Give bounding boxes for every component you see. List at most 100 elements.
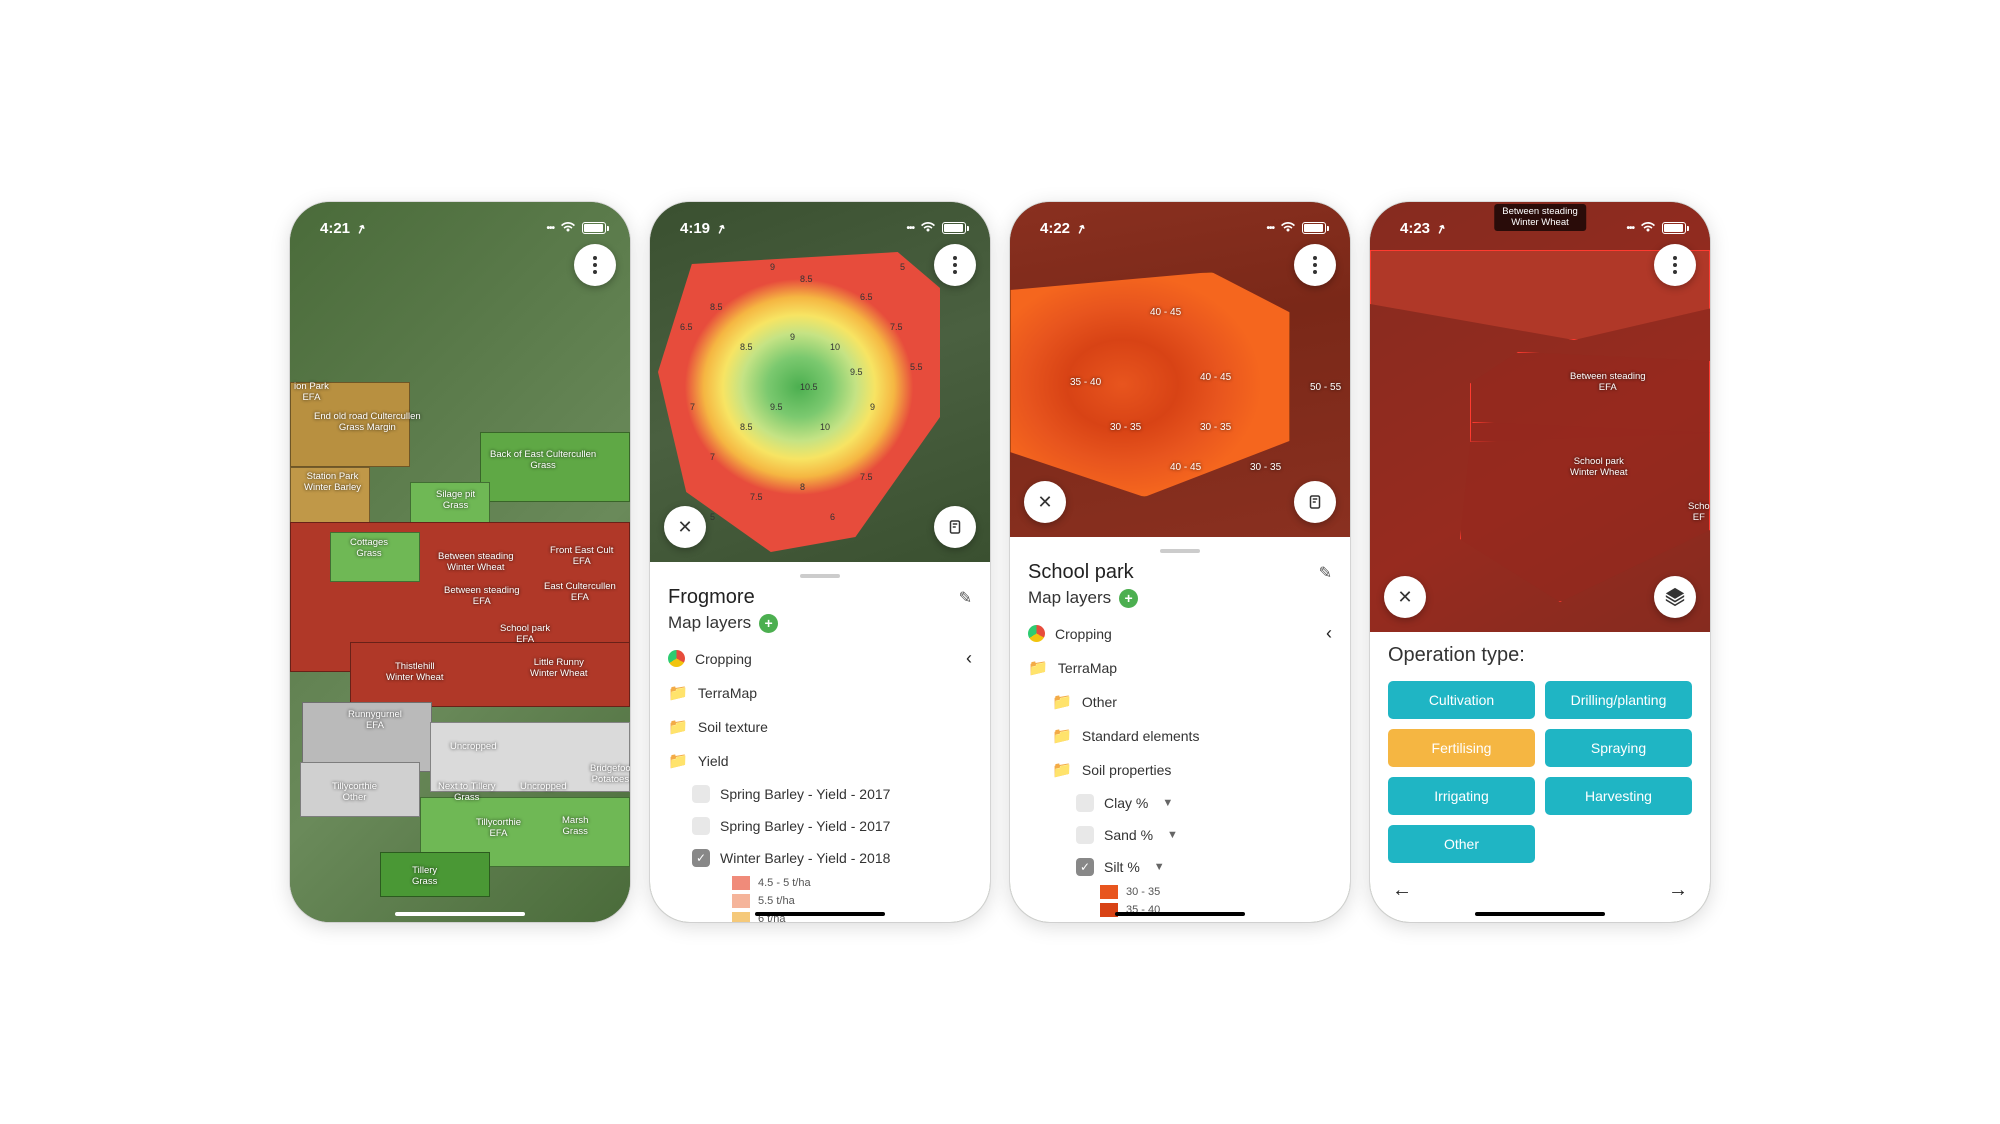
- close-button[interactable]: [1024, 481, 1066, 523]
- soil-property-item[interactable]: Sand %▼: [1028, 819, 1332, 851]
- soil-value: 40 - 45: [1150, 307, 1181, 318]
- wifi-icon: [920, 220, 936, 237]
- yield-item[interactable]: Winter Barley - Yield - 2018: [668, 842, 972, 874]
- field-label[interactable]: Front East CultEFA: [550, 546, 613, 568]
- map-view[interactable]: ion ParkEFA End old road CultercullenGras…: [290, 202, 630, 922]
- folder-icon: [1052, 760, 1072, 780]
- bottom-sheet[interactable]: Frogmore ✎ Map layers + Cropping ‹ Terra…: [650, 562, 990, 922]
- checkbox[interactable]: [692, 849, 710, 867]
- field-label[interactable]: CottagesGrass: [350, 538, 388, 560]
- soil-value: 35 - 40: [1070, 377, 1101, 388]
- field-label[interactable]: RunnygurnelEFA: [348, 710, 402, 732]
- checkbox[interactable]: [1076, 794, 1094, 812]
- checkbox[interactable]: [1076, 858, 1094, 876]
- wifi-icon: [1640, 220, 1656, 237]
- soil-heatmap: [1010, 272, 1290, 497]
- field-label[interactable]: SchoEF: [1688, 502, 1710, 524]
- more-button[interactable]: [1294, 244, 1336, 286]
- yield-item[interactable]: Spring Barley - Yield - 2017: [668, 778, 972, 810]
- cellular-icon: •••: [906, 223, 914, 234]
- more-button[interactable]: [574, 244, 616, 286]
- field-label[interactable]: End old road CultercullenGrass Margin: [314, 412, 421, 434]
- wifi-icon: [560, 220, 576, 237]
- operation-button[interactable]: Drilling/planting: [1545, 681, 1692, 719]
- operation-button[interactable]: Other: [1388, 825, 1535, 863]
- edit-icon[interactable]: ✎: [1319, 563, 1332, 583]
- map-view[interactable]: Between steadingWinter Wheat Between ste…: [1370, 202, 1710, 632]
- bottom-sheet[interactable]: School park ✎ Map layers + Cropping ‹ Te…: [1010, 537, 1350, 922]
- layer-cropping[interactable]: Cropping ‹: [668, 641, 972, 676]
- operation-button[interactable]: Harvesting: [1545, 777, 1692, 815]
- layer-other[interactable]: Other: [1028, 685, 1332, 719]
- map-view[interactable]: 40 - 4535 - 4040 - 4530 - 3530 - 3540 - …: [1010, 202, 1350, 537]
- field-label[interactable]: School parkWinter Wheat: [1570, 457, 1628, 479]
- checkbox[interactable]: [692, 817, 710, 835]
- sheet-handle[interactable]: [800, 574, 840, 578]
- layer-terramap[interactable]: TerraMap: [1028, 651, 1332, 685]
- field-label[interactable]: ThistlehillWinter Wheat: [386, 662, 444, 684]
- status-icons: •••: [906, 220, 966, 237]
- more-button[interactable]: [934, 244, 976, 286]
- nav-forward-button[interactable]: →: [1668, 879, 1688, 902]
- layer-soil-texture[interactable]: Soil texture: [668, 710, 972, 744]
- field-label[interactable]: Uncropped: [520, 782, 566, 793]
- close-button[interactable]: [1384, 576, 1426, 618]
- field-label[interactable]: Between steadingWinter Wheat: [438, 552, 514, 574]
- field-label[interactable]: BridgefooPotatoes: [590, 764, 630, 786]
- clipboard-button[interactable]: [934, 506, 976, 548]
- field-label[interactable]: TilleryGrass: [412, 866, 437, 888]
- chevron-left-icon[interactable]: ‹: [1326, 623, 1332, 644]
- field-label[interactable]: Little RunnyWinter Wheat: [530, 658, 588, 680]
- sheet-handle[interactable]: [1160, 549, 1200, 553]
- more-button[interactable]: [1654, 244, 1696, 286]
- layer-terramap[interactable]: TerraMap: [668, 676, 972, 710]
- edit-icon[interactable]: ✎: [959, 588, 972, 608]
- map-view[interactable]: 98.58.56.58.59109.510.59.51098.577.56.55…: [650, 202, 990, 562]
- layer-label: Yield: [698, 753, 729, 769]
- field-label[interactable]: ion ParkEFA: [294, 382, 329, 404]
- field-label[interactable]: East CultercullenEFA: [544, 582, 616, 604]
- battery-icon: [1302, 222, 1326, 234]
- yield-value: 7.5: [890, 322, 903, 332]
- field-label[interactable]: Station ParkWinter Barley: [304, 472, 361, 494]
- bottom-sheet[interactable]: Operation type: CultivationDrilling/plan…: [1370, 632, 1710, 922]
- field-label[interactable]: School parkEFA: [500, 624, 550, 646]
- yield-value: 8: [800, 482, 805, 492]
- field-label[interactable]: Between steadingEFA: [444, 586, 520, 608]
- yield-value: 6: [830, 512, 835, 522]
- layer-cropping[interactable]: Cropping ‹: [1028, 616, 1332, 651]
- field-label[interactable]: MarshGrass: [562, 816, 588, 838]
- soil-property-item[interactable]: Silt %▼: [1028, 851, 1332, 883]
- layer-label: Cropping: [695, 651, 752, 667]
- yield-item[interactable]: Spring Barley - Yield - 2017: [668, 810, 972, 842]
- operation-button[interactable]: Spraying: [1545, 729, 1692, 767]
- layers-button[interactable]: [1654, 576, 1696, 618]
- add-layer-button[interactable]: +: [1119, 589, 1138, 608]
- chevron-left-icon[interactable]: ‹: [966, 648, 972, 669]
- field-label[interactable]: Back of East CultercullenGrass: [490, 450, 596, 472]
- field-label[interactable]: TillycorthieOther: [332, 782, 377, 804]
- layer-soil-properties[interactable]: Soil properties: [1028, 753, 1332, 787]
- field-label[interactable]: Silage pitGrass: [436, 490, 475, 512]
- close-button[interactable]: [664, 506, 706, 548]
- nav-back-button[interactable]: ←: [1392, 879, 1412, 902]
- checkbox[interactable]: [692, 785, 710, 803]
- operation-button[interactable]: Cultivation: [1388, 681, 1535, 719]
- add-layer-button[interactable]: +: [759, 614, 778, 633]
- layer-yield[interactable]: Yield: [668, 744, 972, 778]
- yield-value: 7.5: [750, 492, 763, 502]
- operation-button[interactable]: Irrigating: [1388, 777, 1535, 815]
- soil-property-item[interactable]: Clay %▼: [1028, 787, 1332, 819]
- operation-button[interactable]: Fertilising: [1388, 729, 1535, 767]
- field-label[interactable]: Next to TilleryGrass: [438, 782, 496, 804]
- layer-standard-elements[interactable]: Standard elements: [1028, 719, 1332, 753]
- field-label[interactable]: TillycorthieEFA: [476, 818, 521, 840]
- chevron-down-icon[interactable]: ▼: [1154, 861, 1165, 873]
- yield-value: 9.5: [850, 367, 863, 377]
- clipboard-button[interactable]: [1294, 481, 1336, 523]
- field-label[interactable]: Uncropped: [450, 742, 496, 753]
- field-label[interactable]: Between steadingEFA: [1570, 372, 1646, 394]
- chevron-down-icon[interactable]: ▼: [1162, 797, 1173, 809]
- checkbox[interactable]: [1076, 826, 1094, 844]
- chevron-down-icon[interactable]: ▼: [1167, 829, 1178, 841]
